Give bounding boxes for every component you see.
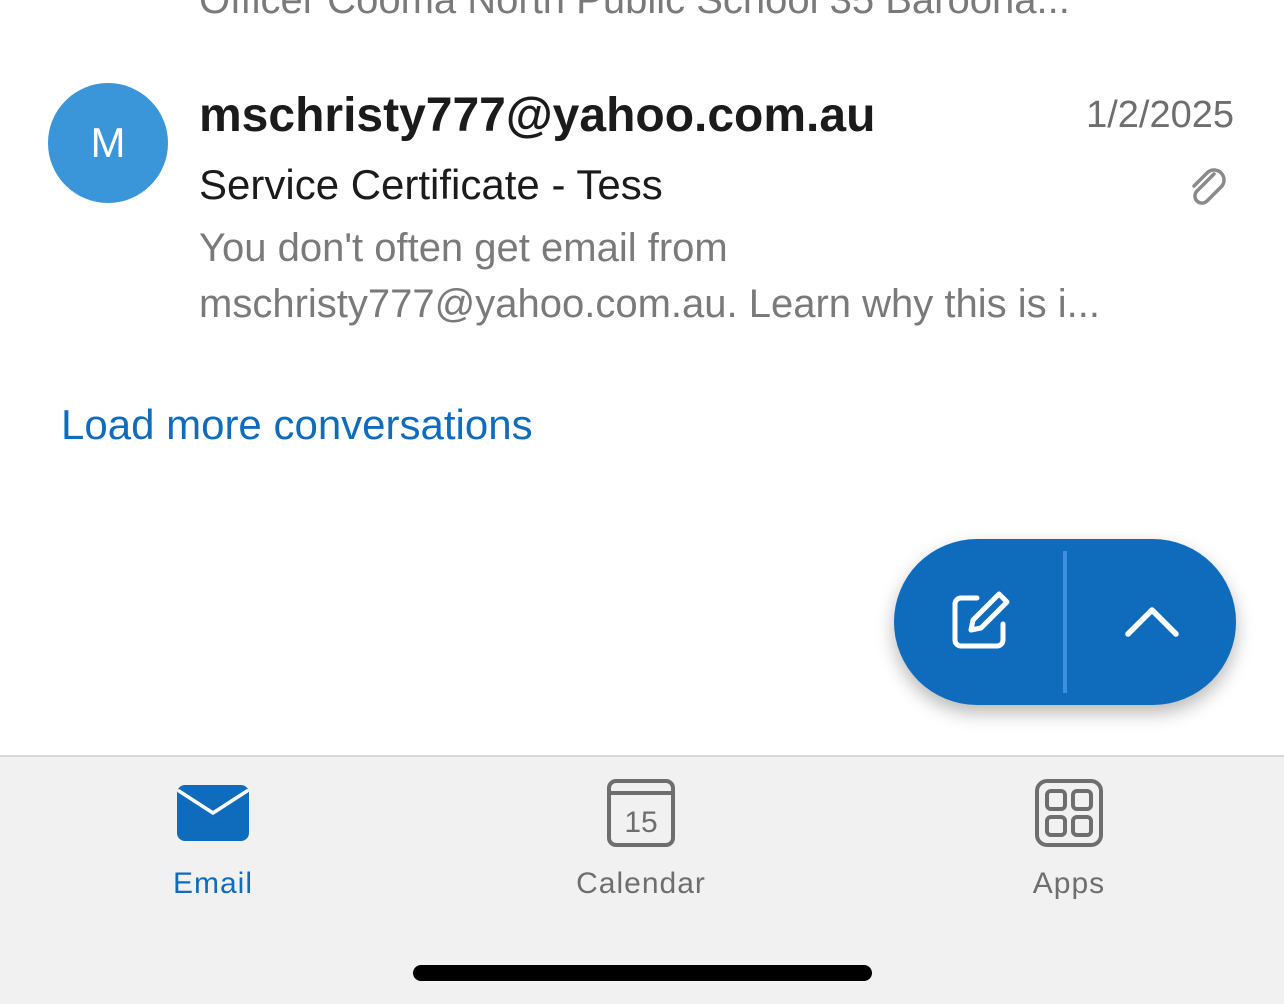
apps-grid-icon — [1035, 779, 1103, 847]
email-sender: mschristy777@yahoo.com.au — [199, 89, 876, 142]
email-subject: Service Certificate - Tess — [199, 161, 663, 208]
home-indicator[interactable] — [413, 965, 872, 981]
tab-calendar[interactable]: 15 Calendar — [541, 777, 741, 907]
email-list-item[interactable]: M mschristy777@yahoo.com.au 1/2/2025 Ser… — [0, 70, 1284, 350]
email-date: 1/2/2025 — [1086, 94, 1234, 136]
tab-calendar-label: Calendar — [576, 867, 706, 900]
email-preview: You don't often get email from mschristy… — [199, 220, 1229, 332]
email-preview-line-1: You don't often get email from — [199, 226, 728, 270]
mail-app-screen: Officer Cooma North Public School 35 Bar… — [0, 0, 1284, 1004]
compose-button[interactable] — [894, 539, 1064, 705]
floating-action-button — [894, 539, 1236, 705]
previous-email-preview[interactable]: Officer Cooma North Public School 35 Bar… — [199, 0, 1239, 24]
paperclip-icon — [1192, 168, 1226, 205]
expand-menu-button[interactable] — [1067, 539, 1236, 705]
tab-email[interactable]: Email — [113, 777, 313, 907]
bottom-tab-bar: Email 15 Calendar Apps — [0, 755, 1284, 1004]
chevron-up-icon — [1124, 607, 1179, 637]
mail-icon — [177, 785, 249, 841]
avatar: M — [48, 83, 168, 203]
tab-email-label: Email — [172, 867, 253, 900]
tab-apps[interactable]: Apps — [969, 777, 1169, 907]
load-more-conversations-link[interactable]: Load more conversations — [61, 398, 533, 452]
calendar-day-number: 15 — [624, 806, 657, 839]
compose-icon — [952, 591, 1010, 649]
email-preview-line-2: mschristy777@yahoo.com.au. Learn why thi… — [199, 282, 1100, 326]
calendar-icon: 15 — [607, 779, 675, 847]
tab-apps-label: Apps — [1032, 867, 1106, 900]
